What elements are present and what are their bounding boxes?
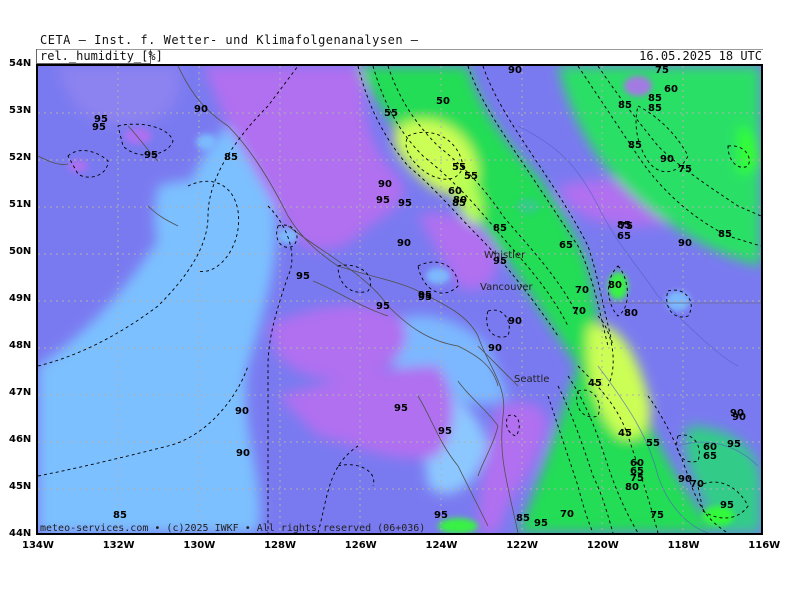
lat-tick-label: 49N	[9, 293, 32, 304]
lat-tick-label: 52N	[9, 152, 32, 163]
contour-value-label: 45	[618, 428, 632, 439]
lon-tick-label: 134W	[22, 540, 54, 551]
contour-value-label: 95	[144, 150, 158, 161]
city-vancouver: Vancouver	[480, 282, 534, 293]
lon-tick-label: 118W	[667, 540, 700, 551]
contour-value-label: 70	[560, 509, 574, 520]
contour-value-label: 95	[376, 301, 390, 312]
contour-value-label: 95	[394, 403, 408, 414]
contour-value-label: 55	[464, 171, 478, 182]
valid-time: 16.05.2025 18 UTC	[639, 49, 762, 63]
lat-tick-label: 44N	[9, 528, 32, 539]
contour-value-label: 85	[718, 229, 732, 240]
lon-tick-label: 116W	[748, 540, 781, 551]
variable-label: rel._humidity_[%]	[40, 49, 163, 63]
contour-value-label: 90	[660, 154, 674, 165]
contour-value-label: 90	[508, 316, 522, 327]
contour-value-label: 95	[720, 500, 734, 511]
contour-value-label: 75	[678, 164, 692, 175]
copyright-text: meteo-services.com • (c)2025 IWKF • All …	[40, 523, 425, 533]
contour-value-label: 95	[376, 195, 390, 206]
contour-value-label: 95	[398, 198, 412, 209]
contour-value-label: 85	[648, 103, 662, 114]
contour-value-label: 85	[113, 510, 127, 521]
lat-tick-label: 46N	[9, 434, 32, 445]
lon-tick-label: 126W	[344, 540, 377, 551]
contour-value-label: 45	[588, 378, 602, 389]
contour-value-label: 70	[690, 479, 704, 490]
lon-tick-label: 124W	[425, 540, 458, 551]
contour-value-label: 65	[559, 240, 573, 251]
contour-value-label: 55	[646, 438, 660, 449]
contour-value-label: 90	[378, 179, 392, 190]
lon-tick-label: 122W	[506, 540, 539, 551]
lat-tick-label: 54N	[9, 58, 32, 69]
contour-value-label: 85	[618, 100, 632, 111]
lon-tick-label: 132W	[102, 540, 135, 551]
map-canvas: 95 90 95 85 95 90 95 90 95 95 95 95 90 95 95 90 90 85 95 85…	[38, 66, 761, 533]
contour-value-label: 95	[438, 426, 452, 437]
contour-value-label: 50	[436, 96, 450, 107]
contour-value-label: 90	[488, 343, 502, 354]
contour-value-label: 80	[624, 308, 638, 319]
contour-value-label: 90	[235, 406, 249, 417]
chart-title: CETA — Inst. f. Wetter- und Klimafolgena…	[40, 33, 419, 47]
contour-value-label: 65	[617, 231, 631, 242]
contour-value-label: 90	[732, 412, 746, 423]
contour-value-label: 85	[224, 152, 238, 163]
contour-value-label: 85	[516, 513, 530, 524]
contour-value-label: 85	[493, 223, 507, 234]
city-seattle: Seattle	[514, 374, 549, 385]
contour-value-label: 95	[727, 439, 741, 450]
contour-value-label: 95	[434, 510, 448, 521]
contour-value-label: 70	[572, 306, 586, 317]
contour-value-label: 95	[296, 271, 310, 282]
contour-value-label: 90	[194, 104, 208, 115]
contour-value-label: 80	[608, 280, 622, 291]
contour-value-label: 90	[678, 238, 692, 249]
lat-tick-label: 50N	[9, 246, 32, 257]
contour-value-label: 95	[92, 122, 106, 133]
lat-tick-label: 47N	[9, 387, 32, 398]
lat-tick-label: 53N	[9, 105, 32, 116]
contour-value-label: 90	[397, 238, 411, 249]
contour-value-label: 95	[534, 518, 548, 529]
contour-value-label: 80	[625, 482, 639, 493]
contour-value-label: 75	[655, 66, 669, 76]
lat-tick-label: 48N	[9, 340, 32, 351]
contour-value-label: 70	[575, 285, 589, 296]
humidity-map: 95 90 95 85 95 90 95 90 95 95 95 95 90 95 95 90 90 85 95 85…	[36, 64, 763, 535]
contour-value-label: 85	[452, 198, 466, 209]
contour-value-label: 75	[650, 510, 664, 521]
contour-value-label: 90	[508, 66, 522, 76]
contour-value-label: 90	[236, 448, 250, 459]
lon-tick-label: 130W	[183, 540, 216, 551]
lat-tick-label: 51N	[9, 199, 32, 210]
city-whistler: Whistler	[484, 250, 526, 261]
contour-value-label: 95	[418, 290, 432, 301]
lon-tick-label: 128W	[264, 540, 296, 551]
lat-tick-label: 45N	[9, 481, 32, 492]
contour-value-label: 60	[664, 84, 678, 95]
contour-value-label: 65	[703, 451, 717, 462]
contour-value-label: 85	[617, 220, 631, 231]
contour-value-label: 55	[384, 108, 398, 119]
contour-value-label: 85	[628, 140, 642, 151]
lon-tick-label: 120W	[586, 540, 619, 551]
